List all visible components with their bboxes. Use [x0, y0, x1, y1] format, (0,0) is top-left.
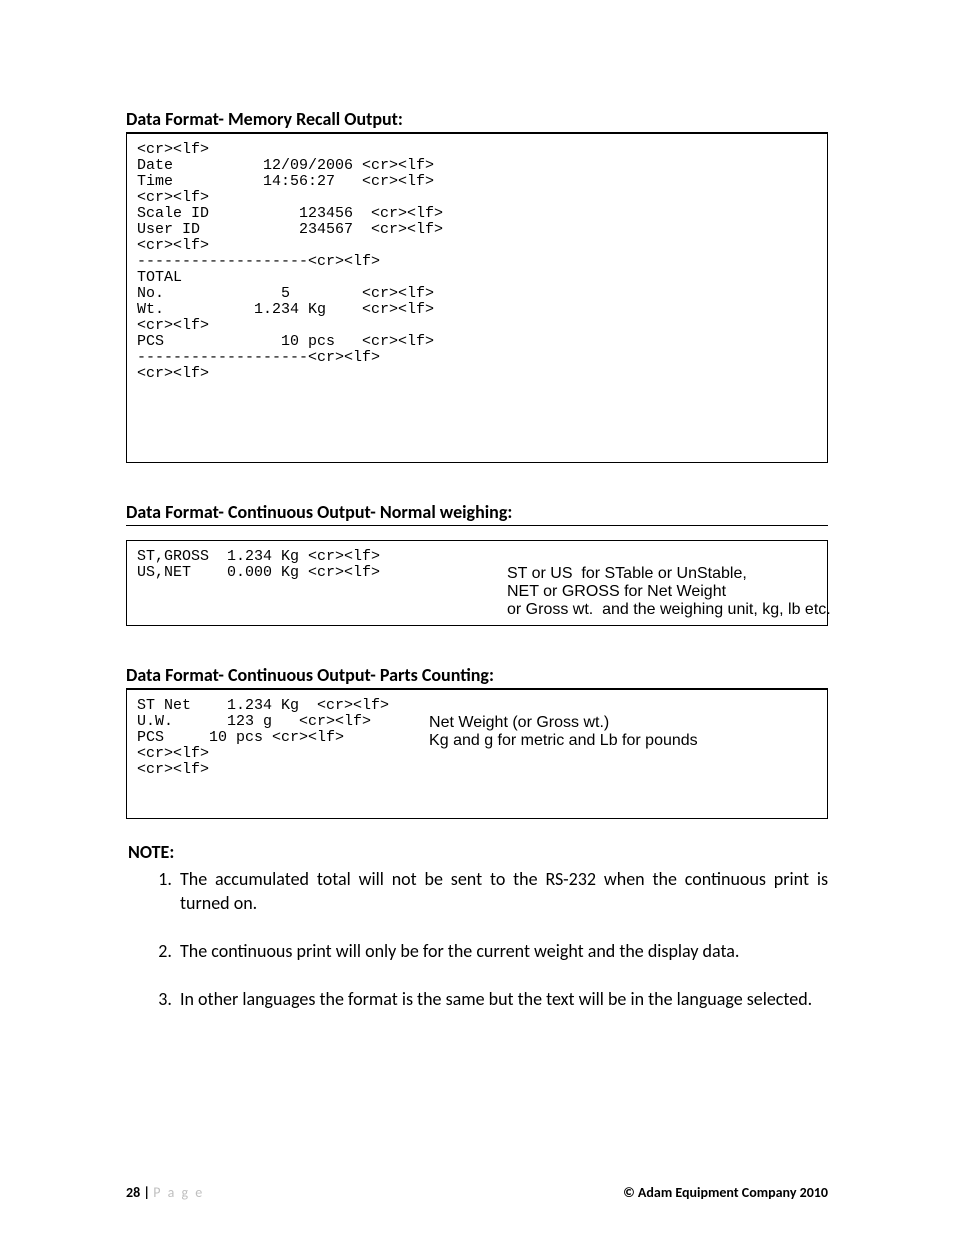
- section3-right: Net Weight (or Gross wt.) Kg and g for m…: [429, 714, 698, 762]
- section3-heading: Data Format- Continuous Output- Parts Co…: [126, 664, 828, 686]
- note-item: The continuous print will only be for th…: [176, 939, 828, 963]
- copyright: © Adam Equipment Company 2010: [623, 1184, 828, 1201]
- section2-heading: Data Format- Continuous Output- Normal w…: [126, 501, 828, 523]
- section1-box: <cr><lf> Date 12/09/2006 <cr><lf> Time 1…: [126, 133, 828, 463]
- section1-text: <cr><lf> Date 12/09/2006 <cr><lf> Time 1…: [137, 142, 817, 382]
- section3-left: ST Net 1.234 Kg <cr><lf> U.W. 123 g <cr>…: [137, 698, 389, 778]
- note-item: In other languages the format is the sam…: [176, 987, 828, 1011]
- note-heading: NOTE:: [128, 841, 828, 863]
- section2-right: ST or US for STable or UnStable, NET or …: [507, 565, 831, 619]
- page-number: 28 | P a g e: [126, 1184, 204, 1201]
- section2-box: ST,GROSS 1.234 Kg <cr><lf> US,NET 0.000 …: [126, 540, 828, 626]
- page-footer: 28 | P a g e © Adam Equipment Company 20…: [126, 1184, 828, 1201]
- section1-heading: Data Format- Memory Recall Output:: [126, 108, 828, 130]
- note-list: The accumulated total will not be sent t…: [126, 867, 828, 1011]
- section2-left: ST,GROSS 1.234 Kg <cr><lf> US,NET 0.000 …: [137, 549, 467, 635]
- section3-box: ST Net 1.234 Kg <cr><lf> U.W. 123 g <cr>…: [126, 689, 828, 819]
- note-item: The accumulated total will not be sent t…: [176, 867, 828, 915]
